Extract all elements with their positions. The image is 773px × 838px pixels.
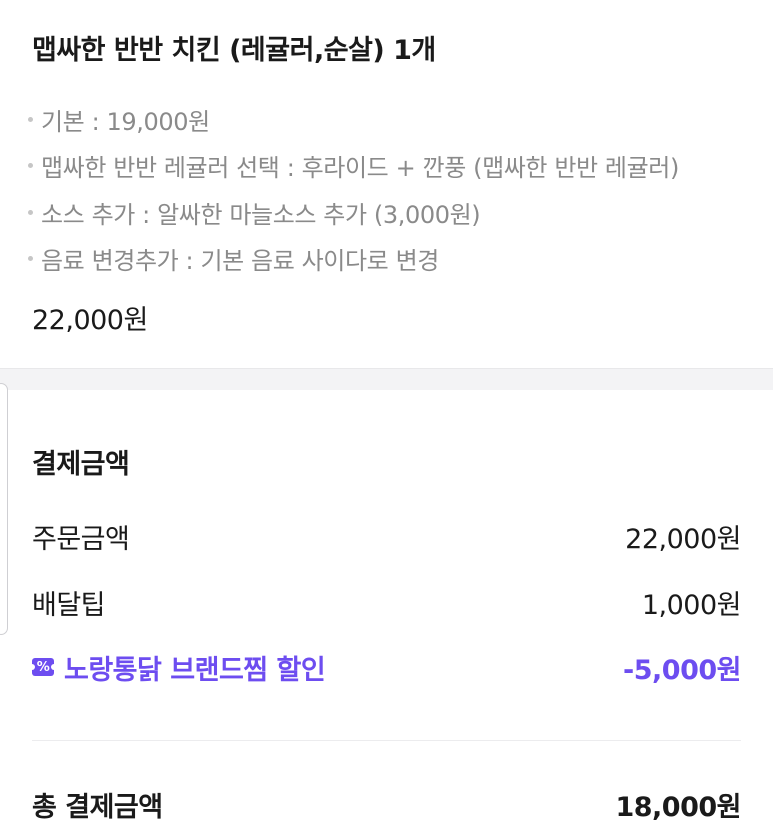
order-option-item: 소스 추가 : 알싸한 마늘소스 추가 (3,000원) <box>28 189 679 236</box>
payment-summary: 결제금액 주문금액 22,000원 배달팁 1,000원 % 노랑통닭 브랜드찜… <box>0 390 773 838</box>
discount-label: 노랑통닭 브랜드찜 할인 <box>64 654 326 686</box>
order-amount-label: 주문금액 <box>32 523 130 555</box>
order-option-text: 기본 : 19,000원 <box>41 107 210 136</box>
order-option-item: 음료 변경추가 : 기본 음료 사이다로 변경 <box>28 236 679 283</box>
delivery-tip-label: 배달팁 <box>32 589 106 621</box>
bullet-icon <box>28 116 33 122</box>
total-value: 18,000원 <box>615 791 741 823</box>
order-item-title: 맵싸한 반반 치킨 (레귤러,순살) 1개 <box>32 35 436 66</box>
discount-row: % 노랑통닭 브랜드찜 할인 -5,000원 <box>29 647 741 687</box>
order-item-price: 22,000원 <box>32 305 148 336</box>
bullet-icon <box>28 209 33 215</box>
bullet-icon <box>28 163 33 169</box>
section-divider-band <box>0 368 773 391</box>
delivery-tip-value: 1,000원 <box>641 589 742 621</box>
total-row: 총 결제금액 18,000원 <box>32 784 741 824</box>
order-option-text: 음료 변경추가 : 기본 음료 사이다로 변경 <box>41 247 439 276</box>
total-label: 총 결제금액 <box>32 791 163 823</box>
order-option-text: 맵싸한 반반 레귤러 선택 : 후라이드 + 깐풍 (맵싸한 반반 레귤러) <box>41 154 679 183</box>
order-detail-page: 맵싸한 반반 치킨 (레귤러,순살) 1개 기본 : 19,000원 맵싸한 반… <box>0 0 773 838</box>
order-amount-row: 주문금액 22,000원 <box>32 516 741 556</box>
order-option-item: 맵싸한 반반 레귤러 선택 : 후라이드 + 깐풍 (맵싸한 반반 레귤러) <box>28 143 679 190</box>
order-amount-value: 22,000원 <box>625 523 741 555</box>
order-option-list: 기본 : 19,000원 맵싸한 반반 레귤러 선택 : 후라이드 + 깐풍 (… <box>28 96 679 282</box>
total-divider <box>32 740 741 741</box>
order-option-item: 기본 : 19,000원 <box>28 96 679 143</box>
side-drag-handle[interactable] <box>0 383 8 635</box>
discount-label-wrap: % 노랑통닭 브랜드찜 할인 <box>29 648 326 687</box>
delivery-tip-row: 배달팁 1,000원 <box>32 582 742 622</box>
payment-section-title: 결제금액 <box>32 449 130 480</box>
bullet-icon <box>28 256 33 262</box>
coupon-icon: % <box>29 658 57 676</box>
order-item-card: 맵싸한 반반 치킨 (레귤러,순살) 1개 기본 : 19,000원 맵싸한 반… <box>0 0 773 368</box>
order-option-text: 소스 추가 : 알싸한 마늘소스 추가 (3,000원) <box>41 200 481 229</box>
discount-value: -5,000원 <box>623 654 741 686</box>
